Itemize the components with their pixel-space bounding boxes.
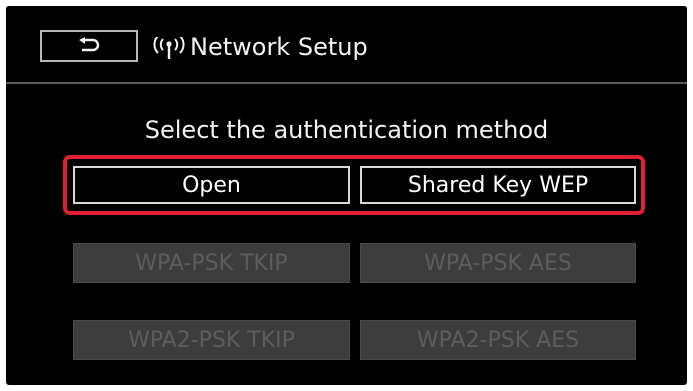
header-bar: Network Setup (6, 6, 687, 84)
return-arrow-icon (79, 37, 100, 52)
wpa-psk-tkip-button: WPA-PSK TKIP (73, 243, 350, 283)
page-title: Network Setup (190, 33, 368, 61)
wpa2-psk-tkip-button: WPA2-PSK TKIP (73, 320, 350, 360)
wireless-signal-icon (153, 37, 185, 59)
instruction-text: Select the authentication method (144, 116, 549, 144)
wpa-psk-aes-button: WPA-PSK AES (360, 243, 636, 283)
camera-screen: Network Setup Select the authentication … (6, 6, 687, 385)
open-button[interactable]: Open (73, 166, 350, 204)
wpa2-psk-aes-button: WPA2-PSK AES (360, 320, 636, 360)
back-button[interactable] (40, 30, 138, 62)
shared-key-wep-button[interactable]: Shared Key WEP (360, 166, 636, 204)
